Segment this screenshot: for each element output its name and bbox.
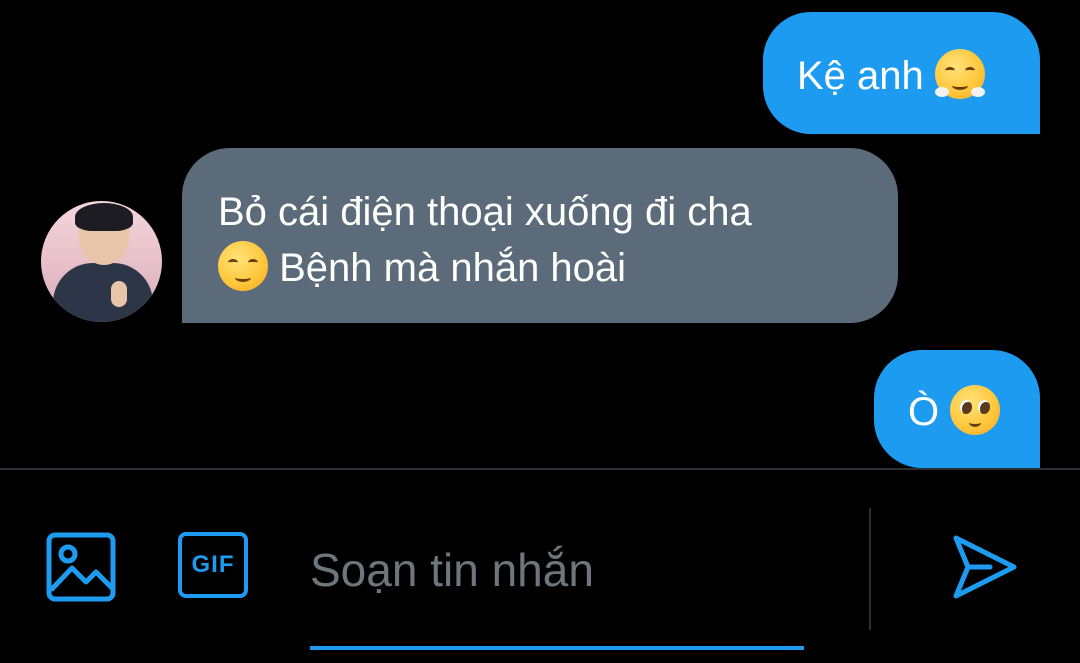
- input-focus-underline: [310, 646, 804, 650]
- message-text-line-2: Bệnh mà nhắn hoài: [279, 246, 627, 290]
- message-text: Kệ anh: [797, 54, 924, 98]
- message-bubble-outgoing[interactable]: Kệ anh: [763, 12, 1040, 134]
- message-bubble-incoming[interactable]: Bỏ cái điện thoại xuống đi cha Bệnh mà n…: [182, 148, 898, 323]
- chat-screen: Kệ anh Bỏ cái điện thoại xuống đi cha Bệ…: [0, 0, 1080, 663]
- avatar[interactable]: [41, 201, 162, 322]
- compose-message-input[interactable]: [310, 532, 804, 608]
- send-button[interactable]: [950, 532, 1020, 602]
- message-text: Bỏ cái điện thoại xuống đi cha: [218, 190, 752, 234]
- message-bubble-outgoing[interactable]: Ò: [874, 350, 1040, 468]
- compose-bar: GIF: [0, 470, 1080, 663]
- add-image-button[interactable]: [46, 532, 116, 602]
- add-gif-button[interactable]: GIF: [178, 532, 254, 602]
- send-icon: [953, 535, 1017, 599]
- relieved-face-icon: [218, 241, 268, 291]
- compose-separator: [869, 508, 871, 630]
- face-with-steam-from-nose-icon: [934, 49, 985, 99]
- pleading-face-icon: [950, 385, 1001, 435]
- message-text: Ò: [908, 390, 940, 434]
- image-icon: [46, 532, 116, 602]
- gif-icon: GIF: [178, 532, 248, 598]
